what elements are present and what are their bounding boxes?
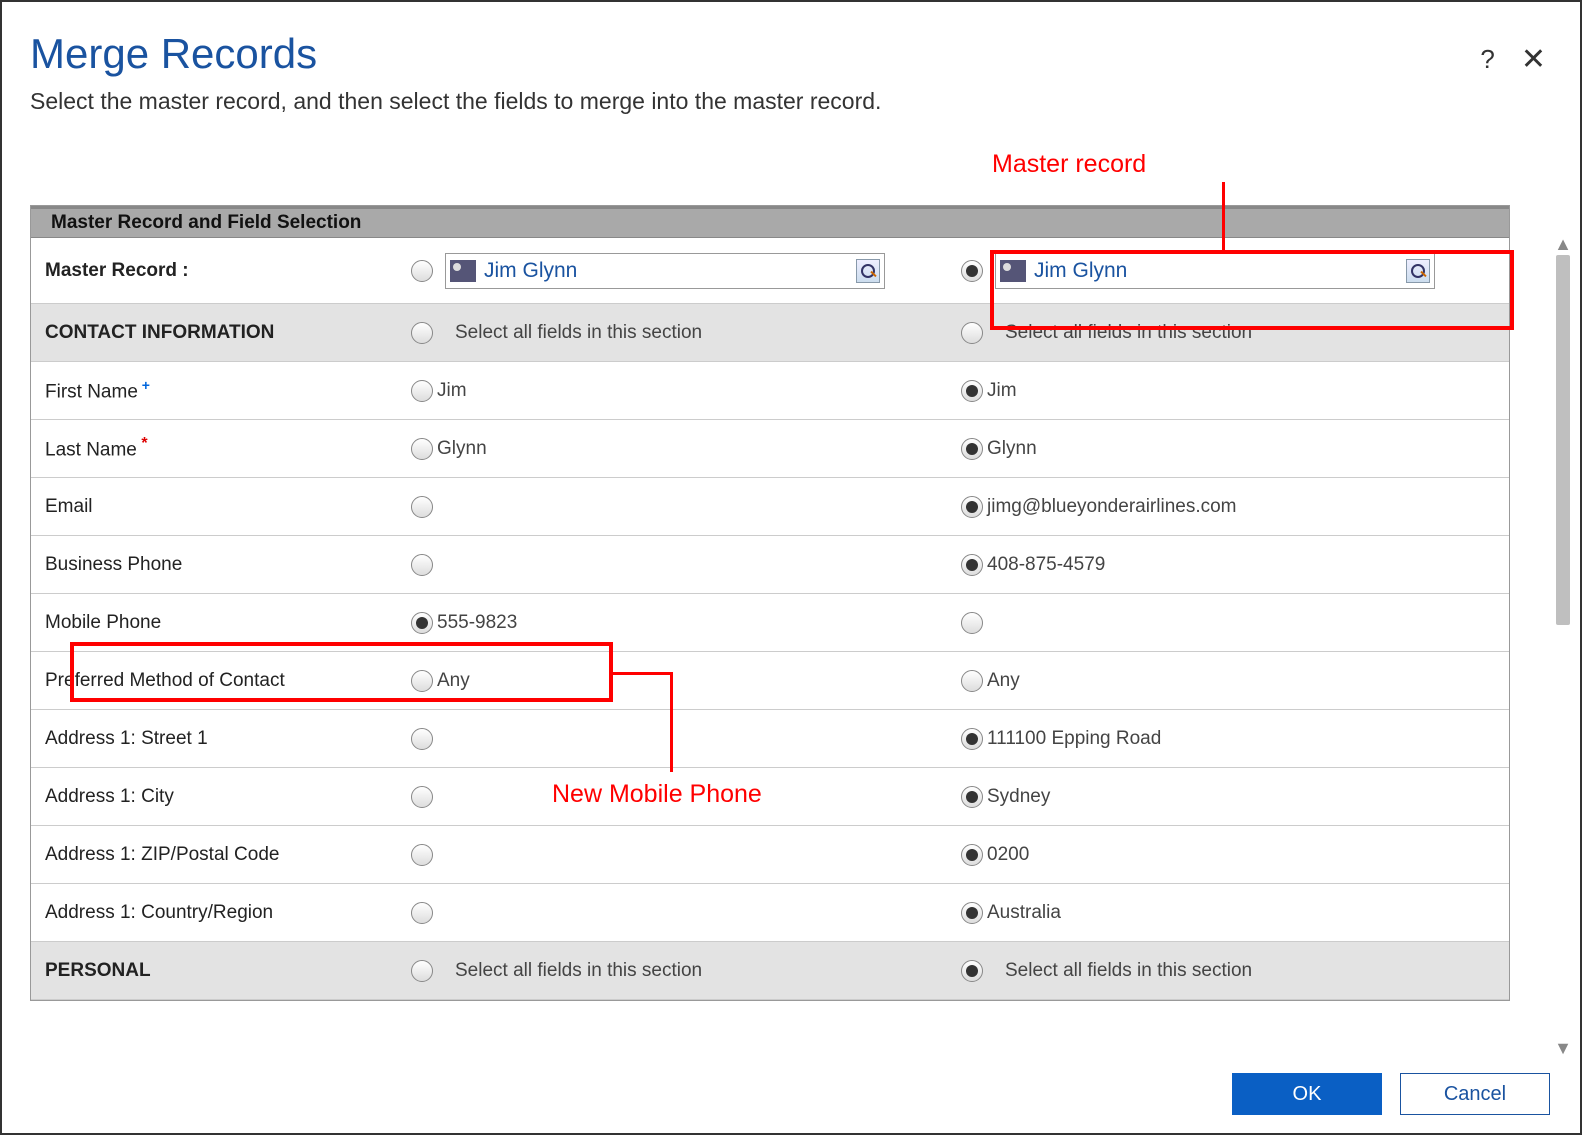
vertical-scrollbar[interactable]: ▲ ▼ [1552,234,1574,1059]
lookup-search-icon[interactable] [1406,259,1430,283]
select-all-text-right: Select all fields in this section [1005,322,1252,344]
field-value-right: 111100 Epping Road [987,728,1161,750]
field-value-right: jimg@blueyonderairlines.com [987,496,1237,518]
field-value-right: Jim [987,380,1017,402]
field-row: Preferred Method of Contact Any Any [31,652,1509,710]
field-radio-right[interactable] [961,496,983,518]
field-radio-right[interactable] [961,728,983,750]
section-personal-title: PERSONAL [31,960,411,982]
field-label: First Name + [31,377,411,403]
scroll-down-icon[interactable]: ▼ [1554,1038,1572,1059]
field-label: Last Name * [31,435,411,461]
master-record-radio-right[interactable] [961,260,983,282]
field-radio-left[interactable] [411,380,433,402]
field-row: Address 1: Street 1 111100 Epping Road [31,710,1509,768]
field-radio-right[interactable] [961,438,983,460]
field-row: Last Name * Glynn Glynn [31,420,1509,478]
help-icon[interactable]: ? [1480,44,1494,75]
lookup-left[interactable]: Jim Glynn [445,253,885,289]
select-all-personal-right[interactable] [961,960,983,982]
field-label: Address 1: City [31,786,411,808]
field-value-right: Sydney [987,786,1050,808]
field-radio-left[interactable] [411,670,433,692]
field-row: Mobile Phone 555-9823 [31,594,1509,652]
field-row: Email jimg@blueyonderairlines.com [31,478,1509,536]
field-label: Preferred Method of Contact [31,670,411,692]
field-radio-right[interactable] [961,844,983,866]
field-radio-right[interactable] [961,902,983,924]
field-radio-right[interactable] [961,612,983,634]
field-row: First Name + Jim Jim [31,362,1509,420]
lookup-name-left: Jim Glynn [484,259,856,283]
field-radio-right[interactable] [961,670,983,692]
field-value-left: Any [437,670,470,692]
select-all-text-left: Select all fields in this section [455,322,702,344]
field-radio-left[interactable] [411,438,433,460]
dialog-footer: OK Cancel [1232,1073,1550,1115]
field-row: Address 1: City Sydney [31,768,1509,826]
master-record-radio-left[interactable] [411,260,433,282]
field-row: Address 1: ZIP/Postal Code 0200 [31,826,1509,884]
field-value-right: Any [987,670,1020,692]
annotation-master-record: Master record [992,150,1146,179]
section-contact-title: CONTACT INFORMATION [31,322,411,344]
merge-table: Master Record and Field Selection Master… [30,205,1510,1001]
lookup-right[interactable]: Jim Glynn [995,253,1435,289]
annotation-new-mobile-phone: New Mobile Phone [552,780,762,809]
field-radio-right[interactable] [961,554,983,576]
scrollbar-track[interactable] [1552,255,1574,1038]
field-value-left: Jim [437,380,467,402]
field-value-right: 0200 [987,844,1029,866]
required-recommended-icon: + [138,377,150,393]
scrollbar-thumb[interactable] [1556,255,1570,625]
field-radio-right[interactable] [961,380,983,402]
dialog-title: Merge Records [30,30,1552,78]
lookup-search-icon[interactable] [856,259,880,283]
close-icon[interactable]: ✕ [1521,42,1546,77]
field-value-right: Glynn [987,438,1037,460]
field-row: Business Phone 408-875-4579 [31,536,1509,594]
field-label: Email [31,496,411,518]
merge-records-dialog: ? ✕ Merge Records Select the master reco… [0,0,1582,1135]
field-radio-left[interactable] [411,612,433,634]
field-radio-right[interactable] [961,786,983,808]
select-all-contact-left[interactable] [411,322,433,344]
field-label: Address 1: Country/Region [31,902,411,924]
contact-card-icon [450,260,476,282]
field-label: Mobile Phone [31,612,411,634]
select-all-text-right: Select all fields in this section [1005,960,1252,982]
field-value-left: Glynn [437,438,487,460]
field-radio-left[interactable] [411,728,433,750]
field-radio-left[interactable] [411,902,433,924]
field-radio-left[interactable] [411,496,433,518]
section-header: Master Record and Field Selection [31,206,1509,238]
section-personal-row: PERSONAL Select all fields in this secti… [31,942,1509,1000]
field-value-right: Australia [987,902,1061,924]
field-row: Address 1: Country/Region Australia [31,884,1509,942]
field-label: Address 1: ZIP/Postal Code [31,844,411,866]
select-all-personal-left[interactable] [411,960,433,982]
required-icon: * [137,435,148,452]
field-label: Business Phone [31,554,411,576]
master-record-label: Master Record : [31,260,411,282]
select-all-text-left: Select all fields in this section [455,960,702,982]
field-radio-left[interactable] [411,844,433,866]
field-radio-left[interactable] [411,554,433,576]
field-value-right: 408-875-4579 [987,554,1105,576]
annotation-line [670,672,673,772]
section-contact-row: CONTACT INFORMATION Select all fields in… [31,304,1509,362]
master-record-row: Master Record : Jim Glynn Jim Glynn [31,238,1509,304]
annotation-line [1222,182,1225,252]
lookup-name-right: Jim Glynn [1034,259,1406,283]
select-all-contact-right[interactable] [961,322,983,344]
field-radio-left[interactable] [411,786,433,808]
cancel-button[interactable]: Cancel [1400,1073,1550,1115]
dialog-subtitle: Select the master record, and then selec… [30,88,1552,115]
field-value-left: 555-9823 [437,612,517,634]
contact-card-icon [1000,260,1026,282]
annotation-line [613,672,673,675]
scroll-up-icon[interactable]: ▲ [1554,234,1572,255]
field-label: Address 1: Street 1 [31,728,411,750]
ok-button[interactable]: OK [1232,1073,1382,1115]
